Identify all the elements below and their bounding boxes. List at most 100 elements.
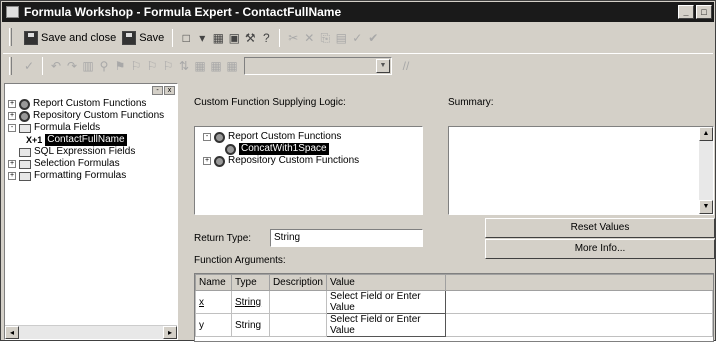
- save-button[interactable]: Save: [119, 28, 167, 48]
- col-header-description[interactable]: Description: [268, 274, 327, 291]
- logic-item-report-custom-functions[interactable]: - Report Custom Functions: [203, 131, 359, 143]
- bookmark-clear-icon[interactable]: ⚐: [160, 59, 176, 73]
- expand-icon[interactable]: +: [8, 172, 16, 180]
- maximize-button[interactable]: □: [696, 5, 712, 19]
- collapse-icon[interactable]: -: [203, 133, 211, 141]
- browse-icon[interactable]: ▥: [80, 59, 96, 73]
- tree-item-sql-expression-fields[interactable]: SQL Expression Fields: [8, 146, 164, 158]
- summary-scrollbar[interactable]: ▲ ▼: [699, 127, 713, 214]
- grid-header-row: Name Type Description Value: [195, 274, 713, 291]
- folder-icon: [19, 159, 31, 169]
- expand-icon[interactable]: +: [8, 160, 16, 168]
- arg-name[interactable]: x: [195, 290, 232, 314]
- toolbar-grip[interactable]: [9, 57, 12, 75]
- tree-item-report-custom-functions[interactable]: + Report Custom Functions: [8, 98, 164, 110]
- find-icon[interactable]: ⚲: [96, 59, 112, 73]
- arg-name[interactable]: y: [195, 313, 232, 337]
- check-syntax-icon[interactable]: ✓: [21, 59, 37, 73]
- arg-type[interactable]: String: [230, 290, 270, 314]
- logic-item-repository-custom-functions[interactable]: + Repository Custom Functions: [203, 155, 359, 167]
- col-header-name[interactable]: Name: [195, 274, 232, 291]
- paste-icon[interactable]: ▤: [333, 31, 349, 45]
- tree-item-label: SQL Expression Fields: [34, 146, 136, 157]
- comment-button[interactable]: //: [398, 59, 414, 73]
- tree-item-repository-custom-functions[interactable]: + Repository Custom Functions: [8, 110, 164, 122]
- minimize-button[interactable]: _: [678, 5, 694, 19]
- syntax-dropdown[interactable]: ▼: [244, 56, 392, 75]
- toolbar-separator: [172, 29, 174, 47]
- bookmark-next-icon[interactable]: ⚐: [128, 59, 144, 73]
- save-label: Save: [139, 32, 165, 44]
- expand-icon[interactable]: +: [8, 100, 16, 108]
- logic-item-concatwith1space[interactable]: ConcatWith1Space: [203, 143, 359, 155]
- arg-value-cell[interactable]: Select Field or Enter Value: [325, 313, 447, 337]
- tree-item-contactfullname[interactable]: X+1 ContactFullName: [8, 134, 164, 146]
- app-icon: [6, 6, 19, 18]
- horizontal-scrollbar[interactable]: ◂ ▸: [5, 325, 177, 339]
- title-bar: Formula Workshop - Formula Expert - Cont…: [2, 2, 714, 22]
- disk-icon: [122, 31, 137, 45]
- properties-icon[interactable]: ▣: [226, 31, 242, 45]
- col-header-filler: [445, 274, 713, 291]
- toolbar-separator: [279, 29, 281, 47]
- bookmark-toggle-icon[interactable]: ⚑: [112, 59, 128, 73]
- expand-icon[interactable]: +: [8, 112, 16, 120]
- scroll-right-icon[interactable]: ▸: [163, 326, 177, 339]
- cut-icon[interactable]: ✂: [285, 31, 301, 45]
- help-icon[interactable]: ?: [258, 31, 274, 45]
- copy-icon[interactable]: ⎘: [317, 31, 333, 46]
- toggle-functions-icon[interactable]: ▦: [208, 59, 224, 73]
- col-header-type[interactable]: Type: [230, 274, 270, 291]
- arg-type[interactable]: String: [230, 313, 270, 337]
- gear-icon: [19, 110, 30, 122]
- folder-icon: [19, 147, 31, 157]
- chevron-down-icon[interactable]: ▼: [376, 58, 390, 73]
- table-row[interactable]: y String Select Field or Enter Value: [195, 313, 713, 337]
- panel-restore-button[interactable]: -: [152, 86, 163, 95]
- scroll-left-icon[interactable]: ◂: [5, 326, 19, 339]
- scroll-down-icon[interactable]: ▼: [699, 200, 713, 214]
- toolbar-grip[interactable]: [9, 28, 12, 46]
- save-and-close-label: Save and close: [41, 32, 117, 44]
- toggle-tree-icon[interactable]: ▦: [210, 31, 226, 45]
- sort-icon[interactable]: ⇅: [176, 59, 192, 73]
- undo-icon[interactable]: ↶: [48, 59, 64, 73]
- arg-description[interactable]: [268, 313, 327, 337]
- panel-close-button[interactable]: x: [164, 86, 175, 95]
- arg-description[interactable]: [268, 290, 327, 314]
- tree-item-formula-fields[interactable]: - Formula Fields: [8, 122, 164, 134]
- logic-tree: - Report Custom Functions ConcatWith1Spa…: [194, 126, 423, 215]
- toggle-operators-icon[interactable]: ▦: [224, 59, 240, 73]
- scroll-up-icon[interactable]: ▲: [699, 127, 713, 141]
- expand-icon[interactable]: +: [203, 157, 211, 165]
- summary-box[interactable]: ▲ ▼: [448, 126, 714, 215]
- arg-filler: [445, 313, 713, 337]
- check-all-icon[interactable]: ✔: [365, 31, 381, 45]
- save-and-close-button[interactable]: Save and close: [21, 28, 119, 48]
- arg-value-cell[interactable]: Select Field or Enter Value: [325, 290, 447, 314]
- delete-icon[interactable]: ✕: [301, 31, 317, 45]
- bookmark-prev-icon[interactable]: ⚐: [144, 59, 160, 73]
- gear-icon: [214, 131, 225, 143]
- new-icon[interactable]: □: [178, 31, 194, 45]
- table-row[interactable]: x String Select Field or Enter Value: [195, 290, 713, 314]
- toggle-fields-icon[interactable]: ▦: [192, 59, 208, 73]
- col-header-value[interactable]: Value: [325, 274, 447, 291]
- new-dropdown-icon[interactable]: ▾: [194, 31, 210, 45]
- gear-icon: [225, 143, 236, 155]
- check-icon[interactable]: ✓: [349, 31, 365, 45]
- tree-item-label: Selection Formulas: [34, 158, 120, 169]
- return-type-label: Return Type:: [194, 233, 252, 244]
- tree-item-selection-formulas[interactable]: + Selection Formulas: [8, 158, 164, 170]
- arg-filler: [445, 290, 713, 314]
- disk-icon: [24, 31, 38, 45]
- reset-values-button[interactable]: Reset Values: [485, 218, 715, 238]
- redo-icon[interactable]: ↷: [64, 59, 80, 73]
- logic-item-label: ConcatWith1Space: [239, 143, 329, 155]
- main-toolbar: Save and close Save □ ▾ ▦ ▣ ⚒ ? ✂ ✕ ⎘ ▤ …: [3, 25, 713, 51]
- tree-item-label: ContactFullName: [45, 134, 127, 146]
- more-info-button[interactable]: More Info...: [485, 239, 715, 259]
- expert-wand-icon[interactable]: ⚒: [242, 31, 258, 45]
- tree-item-formatting-formulas[interactable]: + Formatting Formulas: [8, 170, 164, 182]
- collapse-icon[interactable]: -: [8, 124, 16, 132]
